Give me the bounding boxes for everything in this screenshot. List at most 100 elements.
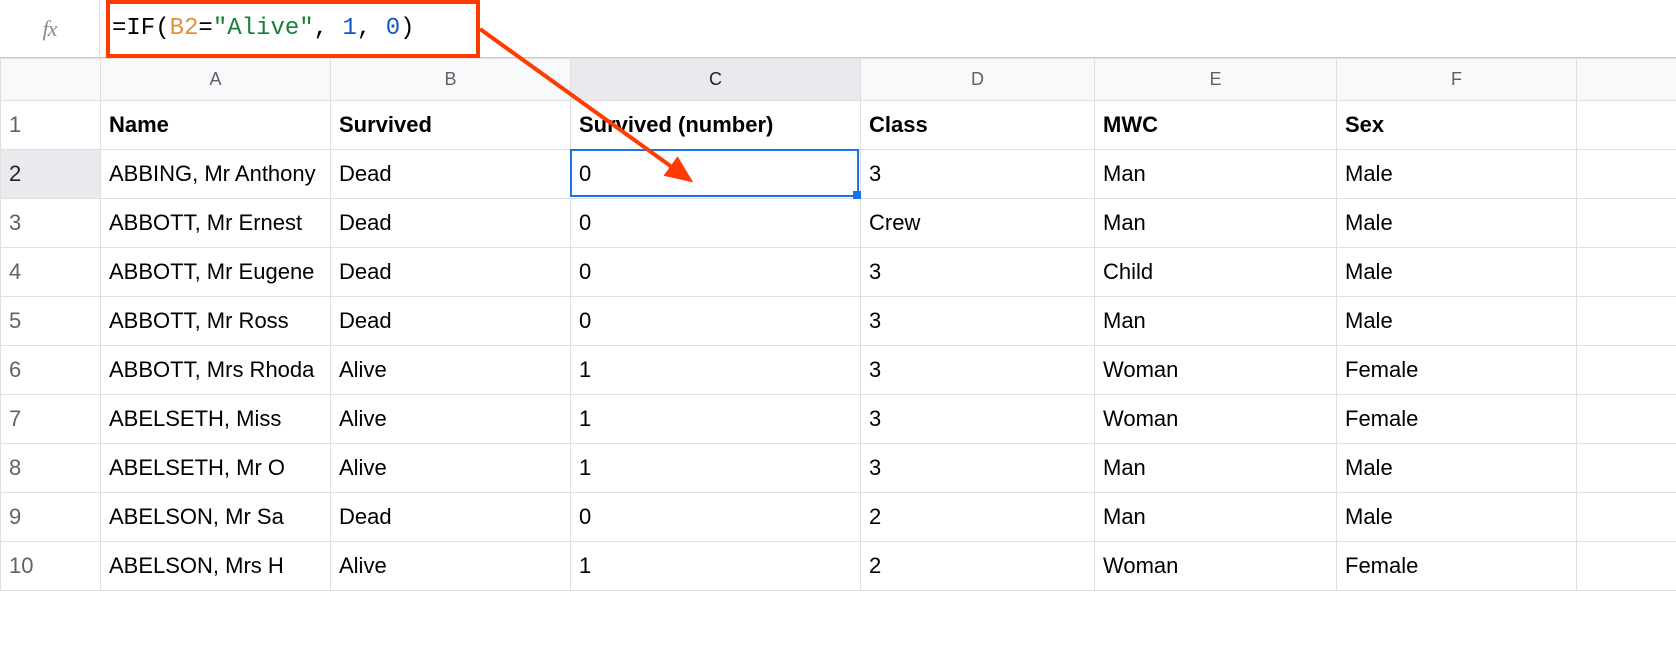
row-header-8[interactable]: 8: [1, 444, 101, 493]
row-header-4[interactable]: 4: [1, 248, 101, 297]
row-header-6[interactable]: 6: [1, 346, 101, 395]
cell[interactable]: ABELSON, Mrs H: [101, 542, 331, 591]
cell[interactable]: ABBOTT, Mr Ernest: [101, 199, 331, 248]
cell[interactable]: Female: [1337, 346, 1577, 395]
cell[interactable]: [1577, 444, 1676, 493]
cell[interactable]: Dead: [331, 297, 571, 346]
column-header-e[interactable]: E: [1095, 59, 1337, 101]
cell[interactable]: Alive: [331, 346, 571, 395]
cell[interactable]: ABBOTT, Mrs Rhoda: [101, 346, 331, 395]
cell[interactable]: [1577, 150, 1676, 199]
cell[interactable]: [1577, 101, 1676, 150]
spreadsheet-grid[interactable]: ABCDEF1NameSurvivedSurvived (number)Clas…: [0, 58, 1676, 591]
cell[interactable]: [1577, 346, 1676, 395]
cell[interactable]: ABBING, Mr Anthony: [101, 150, 331, 199]
cell[interactable]: 3: [861, 150, 1095, 199]
row-header-7[interactable]: 7: [1, 395, 101, 444]
cell[interactable]: Male: [1337, 150, 1577, 199]
cell[interactable]: Alive: [331, 395, 571, 444]
cell[interactable]: Female: [1337, 542, 1577, 591]
formula-bar: fx =IF(B2="Alive", 1, 0): [0, 0, 1676, 58]
cell[interactable]: Alive: [331, 444, 571, 493]
cell[interactable]: 1: [571, 346, 861, 395]
cell[interactable]: 3: [861, 248, 1095, 297]
cell[interactable]: ABELSETH, Mr O: [101, 444, 331, 493]
cell[interactable]: Man: [1095, 493, 1337, 542]
cell[interactable]: 1: [571, 395, 861, 444]
formula-input[interactable]: =IF(B2="Alive", 1, 0): [100, 0, 1676, 57]
cell[interactable]: 3: [861, 395, 1095, 444]
cell[interactable]: ABBOTT, Mr Ross: [101, 297, 331, 346]
cell[interactable]: ABELSETH, Miss: [101, 395, 331, 444]
cell[interactable]: Woman: [1095, 395, 1337, 444]
row-header-3[interactable]: 3: [1, 199, 101, 248]
cell[interactable]: Male: [1337, 248, 1577, 297]
column-header-c[interactable]: C: [571, 59, 861, 101]
formula-token: =IF(: [112, 15, 170, 42]
cell[interactable]: Female: [1337, 395, 1577, 444]
cell[interactable]: Woman: [1095, 542, 1337, 591]
cell[interactable]: Man: [1095, 199, 1337, 248]
column-header-blank[interactable]: [1577, 59, 1676, 101]
cell[interactable]: 0: [571, 248, 861, 297]
cell[interactable]: ABBOTT, Mr Eugene: [101, 248, 331, 297]
formula-token: =: [198, 15, 212, 42]
cell[interactable]: 2: [861, 493, 1095, 542]
header-cell[interactable]: Survived (number): [571, 101, 861, 150]
header-cell[interactable]: Class: [861, 101, 1095, 150]
cell[interactable]: Dead: [331, 493, 571, 542]
cell[interactable]: Child: [1095, 248, 1337, 297]
cell[interactable]: Male: [1337, 444, 1577, 493]
cell[interactable]: Man: [1095, 444, 1337, 493]
row-header-5[interactable]: 5: [1, 297, 101, 346]
cell[interactable]: 2: [861, 542, 1095, 591]
header-cell[interactable]: Name: [101, 101, 331, 150]
cell[interactable]: Dead: [331, 248, 571, 297]
cell[interactable]: Male: [1337, 493, 1577, 542]
row-header-2[interactable]: 2: [1, 150, 101, 199]
column-header-a[interactable]: A: [101, 59, 331, 101]
cell[interactable]: 0: [571, 150, 861, 199]
formula-token: ): [400, 15, 414, 42]
cell[interactable]: Male: [1337, 199, 1577, 248]
column-header-f[interactable]: F: [1337, 59, 1577, 101]
cell[interactable]: 0: [571, 297, 861, 346]
corner-select-all[interactable]: [1, 59, 101, 101]
cell[interactable]: Male: [1337, 297, 1577, 346]
cell[interactable]: Dead: [331, 150, 571, 199]
cell[interactable]: 3: [861, 444, 1095, 493]
cell[interactable]: ABELSON, Mr Sa: [101, 493, 331, 542]
formula-token: B2: [170, 15, 199, 42]
cell[interactable]: 3: [861, 346, 1095, 395]
cell[interactable]: 3: [861, 297, 1095, 346]
header-cell[interactable]: MWC: [1095, 101, 1337, 150]
cell[interactable]: Alive: [331, 542, 571, 591]
cell[interactable]: [1577, 493, 1676, 542]
cell[interactable]: 0: [571, 199, 861, 248]
header-cell[interactable]: Sex: [1337, 101, 1577, 150]
fx-icon: fx: [0, 0, 100, 57]
cell[interactable]: Crew: [861, 199, 1095, 248]
cell[interactable]: 1: [571, 444, 861, 493]
cell[interactable]: [1577, 542, 1676, 591]
cell[interactable]: [1577, 199, 1676, 248]
cell[interactable]: [1577, 297, 1676, 346]
cell[interactable]: Man: [1095, 297, 1337, 346]
row-header-9[interactable]: 9: [1, 493, 101, 542]
cell[interactable]: 1: [571, 542, 861, 591]
cell[interactable]: [1577, 395, 1676, 444]
column-header-b[interactable]: B: [331, 59, 571, 101]
header-cell[interactable]: Survived: [331, 101, 571, 150]
fill-handle[interactable]: [853, 191, 861, 199]
cell[interactable]: Man: [1095, 150, 1337, 199]
cell[interactable]: Woman: [1095, 346, 1337, 395]
formula-token: 0: [386, 15, 400, 42]
cell[interactable]: [1577, 248, 1676, 297]
cell[interactable]: 0: [571, 493, 861, 542]
formula-token: ,: [314, 15, 343, 42]
column-header-d[interactable]: D: [861, 59, 1095, 101]
cell[interactable]: Dead: [331, 199, 571, 248]
row-header-1[interactable]: 1: [1, 101, 101, 150]
row-header-10[interactable]: 10: [1, 542, 101, 591]
formula-token: 1: [342, 15, 356, 42]
